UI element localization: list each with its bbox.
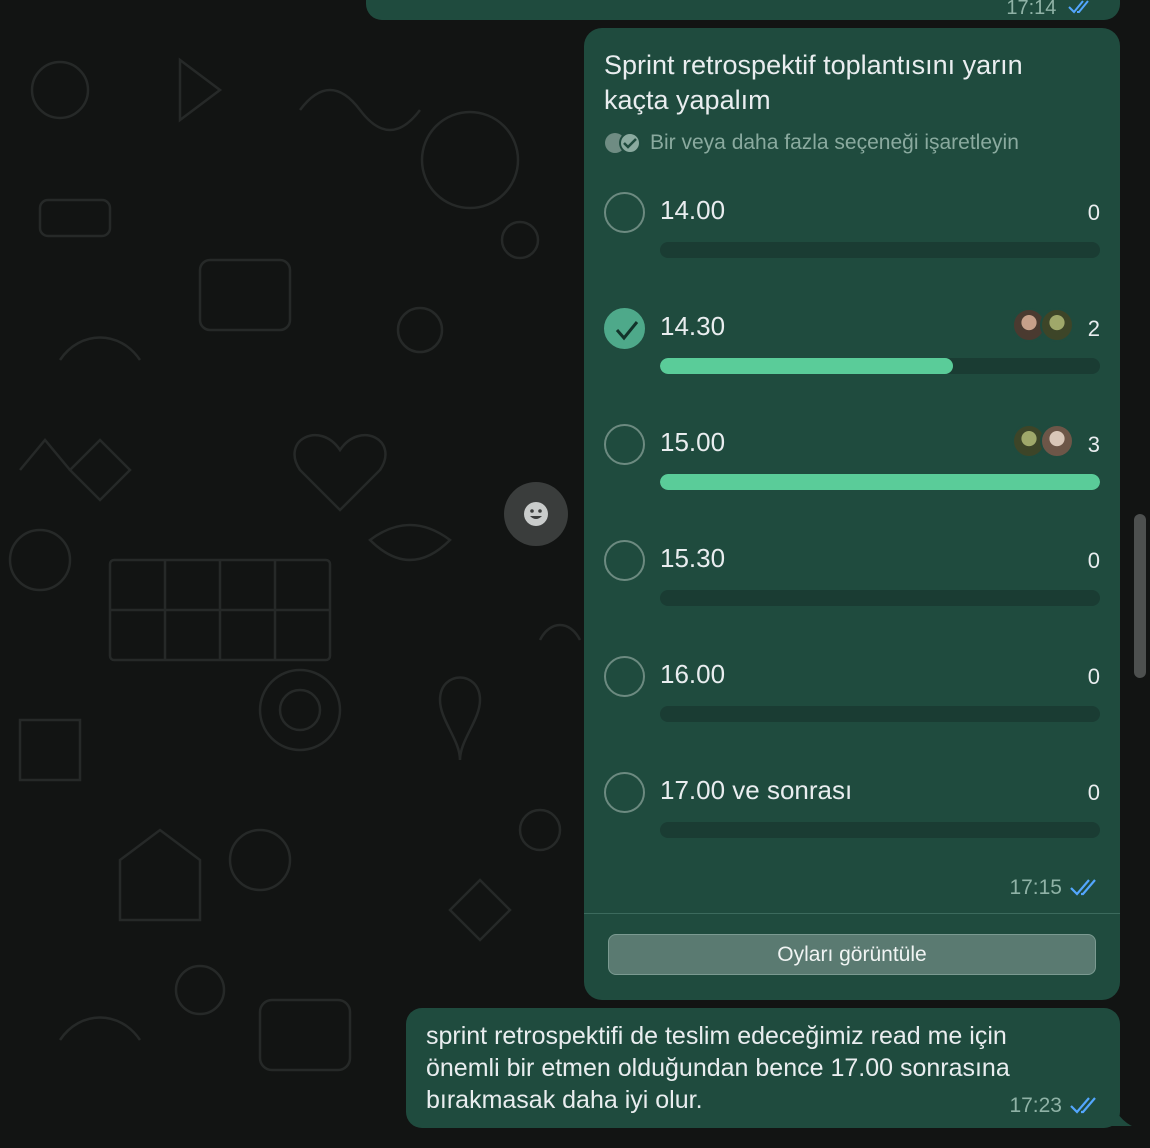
poll-question: Sprint retrospektif toplantısını yarın k… [604, 50, 1023, 115]
vote-progress-bar [660, 474, 1100, 490]
radio-button[interactable] [604, 772, 645, 813]
vote-progress-bar [660, 590, 1100, 606]
view-votes-button[interactable]: Oyları görüntüle [608, 934, 1096, 975]
avatar [1040, 308, 1074, 342]
message-timestamp: 17:23 [1009, 1094, 1100, 1118]
vote-progress-fill [660, 474, 1100, 490]
radio-button[interactable] [604, 192, 645, 233]
radio-button[interactable] [604, 656, 645, 697]
vote-progress-bar [660, 822, 1100, 838]
check-icon [615, 321, 639, 341]
checked-radio[interactable] [604, 308, 645, 349]
radio-button[interactable] [604, 424, 645, 465]
message-text: sprint retrospektifi de teslim edeceğimi… [426, 1022, 1010, 1114]
vote-progress-bar [660, 358, 1100, 374]
reaction-emoji-button[interactable] [504, 482, 568, 546]
poll-option-label: 16.00 [660, 659, 726, 689]
multi-check-icon [605, 132, 641, 154]
smiley-icon [524, 502, 548, 526]
poll-option[interactable]: 15.00 3 [584, 422, 1120, 538]
poll-option-label: 15.30 [660, 543, 726, 573]
poll-divider [584, 913, 1120, 914]
poll-timestamp: 17:15 [1009, 876, 1100, 900]
vote-count: 3 [1087, 432, 1100, 457]
voter-avatars[interactable] [1012, 424, 1074, 458]
vote-progress-fill [660, 358, 954, 374]
poll-option[interactable]: 16.00 0 [584, 654, 1120, 770]
radio-button[interactable] [604, 540, 645, 581]
avatar [1040, 424, 1074, 458]
vote-count: 2 [1087, 316, 1100, 341]
scrollbar-thumb[interactable] [1134, 514, 1146, 678]
bubble-tail [1110, 1100, 1132, 1126]
previous-message-bubble[interactable]: 17:14 [366, 0, 1120, 20]
previous-message-time: 17:14 [1006, 0, 1092, 20]
poll-hint: Bir veya daha fazla seçeneği işaretleyin [604, 131, 1019, 155]
poll-option[interactable]: 15.30 0 [584, 538, 1120, 654]
poll-message: Sprint retrospektif toplantısını yarın k… [584, 28, 1120, 1000]
chat-message-bubble[interactable]: sprint retrospektifi de teslim edeceğimi… [406, 1008, 1120, 1128]
poll-option[interactable]: 14.00 0 [584, 190, 1120, 306]
double-check-icon [1070, 879, 1096, 896]
poll-option-label: 14.00 [660, 195, 726, 225]
vote-progress-bar [660, 242, 1100, 258]
vote-progress-bar [660, 706, 1100, 722]
vote-count: 0 [1087, 548, 1100, 573]
vote-count: 0 [1087, 664, 1100, 689]
vote-count: 0 [1087, 200, 1100, 225]
poll-option-label: 15.00 [660, 427, 726, 457]
voter-avatars[interactable] [1012, 308, 1074, 342]
poll-option[interactable]: 14.30 2 [584, 306, 1120, 422]
vote-count: 0 [1087, 780, 1100, 805]
poll-option-label: 17.00 ve sonrası [660, 775, 853, 805]
double-check-icon [1068, 0, 1089, 14]
poll-option-label: 14.30 [660, 311, 726, 341]
poll-option[interactable]: 17.00 ve sonrası 0 [584, 770, 1120, 886]
double-check-icon [1070, 1097, 1096, 1114]
